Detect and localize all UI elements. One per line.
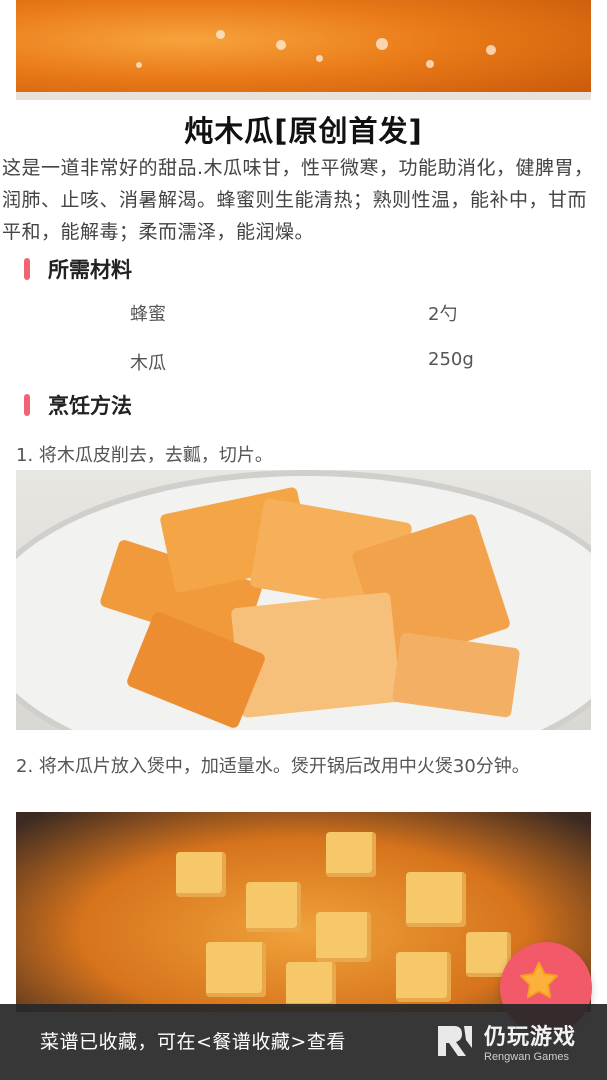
watermark: 仍玩游戏 Rengwan Games bbox=[432, 1018, 576, 1064]
recipe-hero-image bbox=[16, 0, 591, 100]
recipe-title: 炖木瓜[原创首发] bbox=[184, 114, 423, 148]
ingredients-header: 所需材料 bbox=[24, 254, 132, 284]
watermark-name: 仍玩游戏 bbox=[484, 1025, 577, 1050]
ingredient-name: 蜂蜜 bbox=[130, 304, 166, 325]
step-text: 1. 将木瓜皮削去，去瓤，切片。 bbox=[16, 445, 273, 466]
method-heading: 烹饪方法 bbox=[48, 394, 132, 418]
step-image bbox=[16, 470, 591, 730]
watermark-sub: Rengwan Games bbox=[484, 1051, 569, 1063]
toast-message: 菜谱已收藏，可在<餐谱收藏>查看 bbox=[40, 1031, 346, 1053]
toast-bar: 菜谱已收藏，可在<餐谱收藏>查看 仍玩游戏 Rengwan Games bbox=[0, 1004, 607, 1080]
rengwan-logo-icon bbox=[438, 1026, 472, 1056]
ingredient-amount: 250g bbox=[428, 349, 474, 370]
step-text: 2. 将木瓜片放入煲中，加适量水。煲开锅后改用中火煲30分钟。 bbox=[16, 756, 530, 777]
method-header: 烹饪方法 bbox=[24, 390, 132, 420]
section-accent-bar bbox=[24, 258, 30, 280]
ingredient-amount: 2勺 bbox=[428, 304, 458, 325]
star-icon bbox=[520, 961, 558, 999]
recipe-intro: 这是一道非常好的甜品.木瓜味甘，性平微寒，功能助消化，健脾胃，润肺、止咳、消暑解… bbox=[2, 157, 594, 243]
ingredient-name: 木瓜 bbox=[130, 353, 166, 374]
ingredients-heading: 所需材料 bbox=[48, 258, 132, 282]
section-accent-bar bbox=[24, 394, 30, 416]
